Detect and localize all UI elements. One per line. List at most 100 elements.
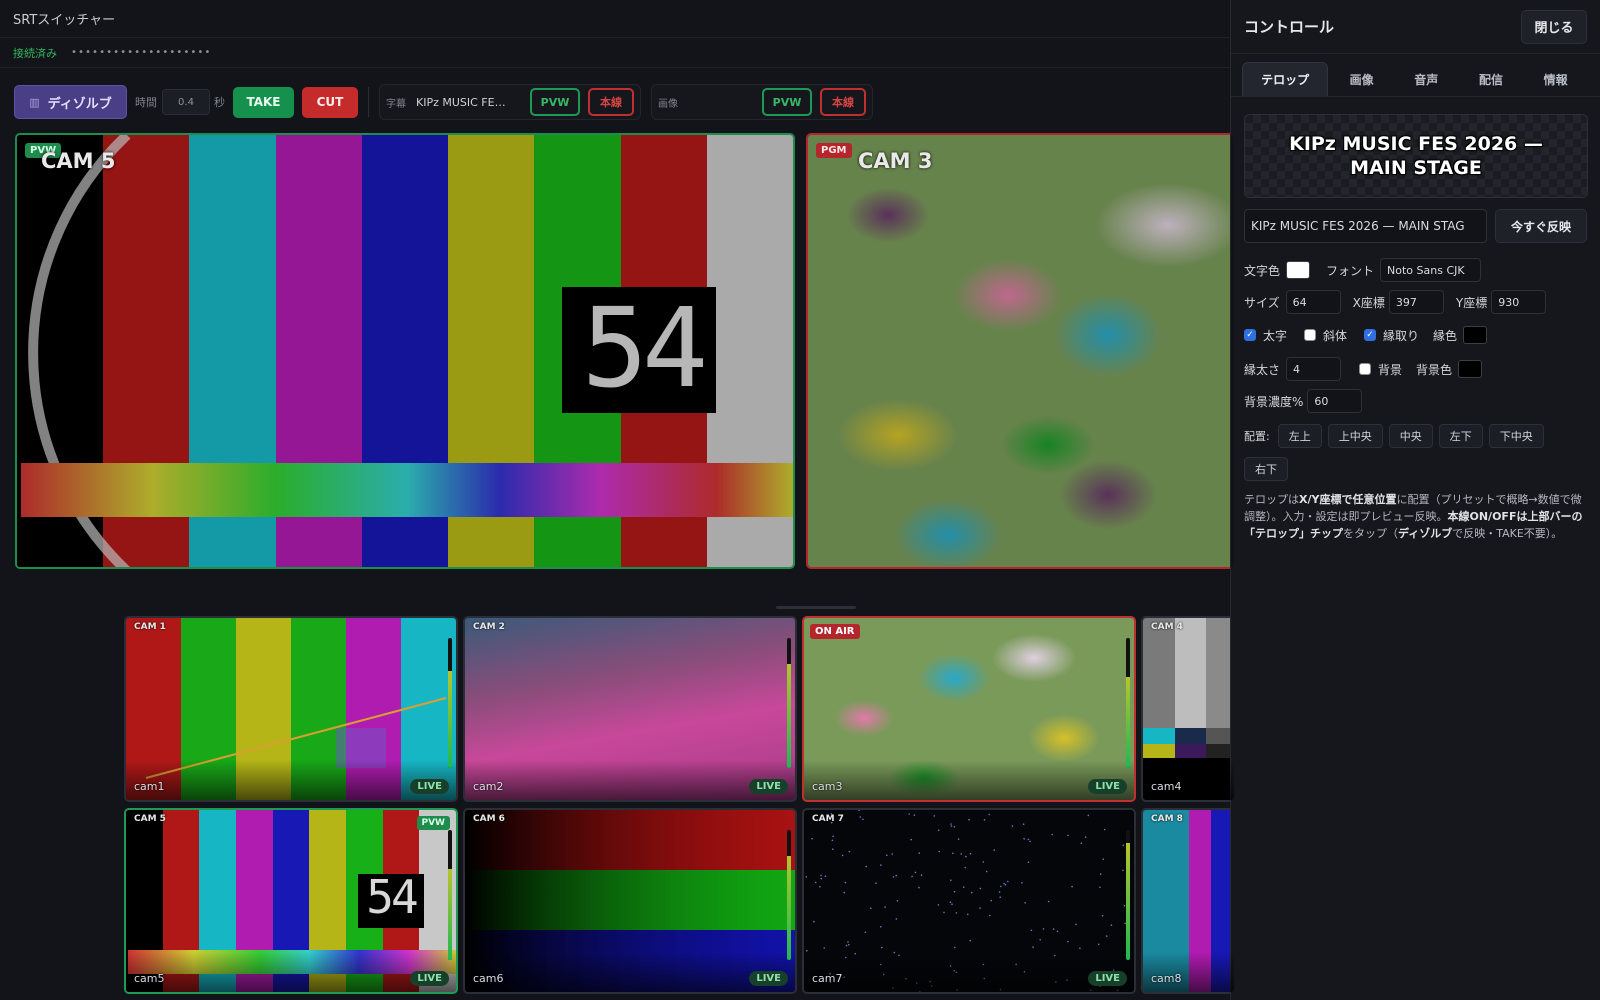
x-input[interactable]: 397 xyxy=(1388,290,1444,314)
star xyxy=(845,944,848,947)
tile-label: CAM 4 xyxy=(1151,622,1183,632)
outline-width-input[interactable]: 4 xyxy=(1286,357,1342,381)
star xyxy=(965,855,967,858)
star xyxy=(1027,861,1030,863)
star xyxy=(819,885,821,888)
multiview-tile-cam6[interactable]: CAM 6 cam6 LIVE xyxy=(463,808,797,994)
position-bottom-center-button[interactable]: 下中央 xyxy=(1488,424,1544,448)
live-badge: LIVE xyxy=(749,779,788,794)
star xyxy=(864,931,867,934)
star xyxy=(911,875,913,878)
star xyxy=(914,871,917,874)
background-checkbox[interactable] xyxy=(1359,363,1372,375)
size-label: サイズ xyxy=(1244,295,1280,310)
preview-monitor[interactable]: 54 PVW CAM 5 xyxy=(15,133,795,569)
star xyxy=(1030,929,1033,932)
italic-checkbox[interactable] xyxy=(1304,329,1317,341)
tile-feed xyxy=(1143,618,1234,728)
x-label: X座標 xyxy=(1352,295,1385,310)
image-onair-button[interactable]: 本線 xyxy=(820,88,866,116)
image-pvw-button[interactable]: PVW xyxy=(762,88,812,116)
pgm-badge: PGM xyxy=(816,143,852,158)
position-top-center-button[interactable]: 上中央 xyxy=(1327,424,1383,448)
apply-now-button[interactable]: 今すぐ反映 xyxy=(1495,209,1587,243)
y-input[interactable]: 930 xyxy=(1491,290,1547,314)
star xyxy=(937,829,940,832)
text-color-swatch[interactable] xyxy=(1286,261,1311,279)
star xyxy=(814,881,817,884)
tab-image[interactable]: 画像 xyxy=(1330,62,1393,96)
star xyxy=(884,906,886,908)
multiview-tile-cam5[interactable]: 54 CAM 5 PVW cam5 LIVE xyxy=(124,808,458,994)
close-button[interactable]: 閉じる xyxy=(1521,9,1587,44)
star xyxy=(865,865,867,868)
tab-telop[interactable]: テロップ xyxy=(1242,62,1329,96)
audio-meter xyxy=(787,638,791,768)
multiview-tile-cam7[interactable]: CAM 7 cam7 LIVE xyxy=(802,808,1136,994)
multiview-tile-cam3[interactable]: ON AIR cam3 LIVE xyxy=(802,616,1136,802)
cut-button[interactable]: CUT xyxy=(302,86,358,118)
star xyxy=(985,870,988,873)
note-text: で反映・TAKE不要）。 xyxy=(1452,527,1563,540)
size-input[interactable]: 64 xyxy=(1285,290,1341,314)
star xyxy=(913,814,916,816)
tile-shade xyxy=(804,760,1134,800)
take-button[interactable]: TAKE xyxy=(233,86,294,118)
bold-label: 太字 xyxy=(1263,328,1288,343)
bg-color-label: 背景色 xyxy=(1416,362,1453,377)
telop-text-input[interactable]: KIPz MUSIC FES 2026 — MAIN STAG xyxy=(1244,209,1487,243)
caption-pvw-button[interactable]: PVW xyxy=(530,88,580,116)
position-row-2: 右下 xyxy=(1244,457,1294,481)
star xyxy=(959,993,961,994)
star xyxy=(859,816,862,818)
multiview-tile-cam8[interactable]: CAM 8 cam8 xyxy=(1141,808,1236,994)
tab-info[interactable]: 情報 xyxy=(1524,62,1587,96)
time-input[interactable]: 0.4 xyxy=(162,89,210,115)
star xyxy=(985,993,987,994)
position-bottom-right-button[interactable]: 右下 xyxy=(1244,457,1288,481)
time-label: 時間 xyxy=(135,96,157,109)
position-center-button[interactable]: 中央 xyxy=(1388,424,1433,448)
caption-onair-button[interactable]: 本線 xyxy=(588,88,634,116)
star xyxy=(1067,940,1069,943)
tile-label: CAM 1 xyxy=(134,622,166,632)
background-label: 背景 xyxy=(1378,362,1403,377)
split-handle[interactable] xyxy=(776,606,856,609)
star xyxy=(938,850,940,853)
star xyxy=(970,891,973,894)
program-monitor[interactable]: PGM CAM 3 xyxy=(806,133,1236,569)
telop-preview: KIPz MUSIC FES 2026 — MAIN STAGE xyxy=(1244,114,1588,198)
transition-toolbar: ▥ ディゾルブ 時間 0.4 秒 TAKE CUT 字幕 KIPz MUSIC … xyxy=(14,84,873,120)
bg-color-swatch[interactable] xyxy=(1458,360,1483,378)
star xyxy=(1039,939,1041,941)
tile-feed-strip xyxy=(1143,728,1234,744)
font-label: フォント xyxy=(1326,263,1375,278)
star xyxy=(967,913,969,916)
outline-checkbox[interactable]: ✓ xyxy=(1364,329,1377,341)
position-top-left-button[interactable]: 左上 xyxy=(1277,424,1322,448)
tile-name: cam7 xyxy=(812,972,843,985)
star xyxy=(955,912,958,914)
bg-opacity-input[interactable]: 60 xyxy=(1307,389,1363,413)
bold-checkbox[interactable]: ✓ xyxy=(1244,329,1256,341)
font-select[interactable]: Noto Sans CJK xyxy=(1380,258,1482,282)
tab-stream[interactable]: 配信 xyxy=(1460,62,1523,96)
tab-audio[interactable]: 音声 xyxy=(1395,62,1458,96)
dissolve-button[interactable]: ▥ ディゾルブ xyxy=(14,85,127,119)
multiview-tile-cam4[interactable]: CAM 4 cam4 xyxy=(1141,616,1236,802)
position-bottom-left-button[interactable]: 左下 xyxy=(1438,424,1483,448)
multiview-tile-cam1[interactable]: CAM 1 cam1 LIVE xyxy=(124,616,458,802)
tile-name: cam4 xyxy=(1151,780,1182,793)
outline-color-swatch[interactable] xyxy=(1463,326,1488,344)
size-position-row: サイズ 64 X座標 397 Y座標 930 xyxy=(1244,290,1547,314)
star xyxy=(1003,882,1005,885)
star xyxy=(891,853,893,855)
panel-title: コントロール xyxy=(1244,18,1335,36)
dissolve-icon: ▥ xyxy=(29,95,40,109)
star xyxy=(813,920,815,923)
program-title: CAM 3 xyxy=(858,149,933,173)
help-note: テロップはX/Y座標で任意位置に配置（プリセットで概略→数値で微調整）。入力・設… xyxy=(1244,491,1590,542)
connection-key-field[interactable]: •••••••••••••••••••• xyxy=(71,47,211,58)
star xyxy=(957,838,960,840)
multiview-tile-cam2[interactable]: CAM 2 cam2 LIVE xyxy=(463,616,797,802)
